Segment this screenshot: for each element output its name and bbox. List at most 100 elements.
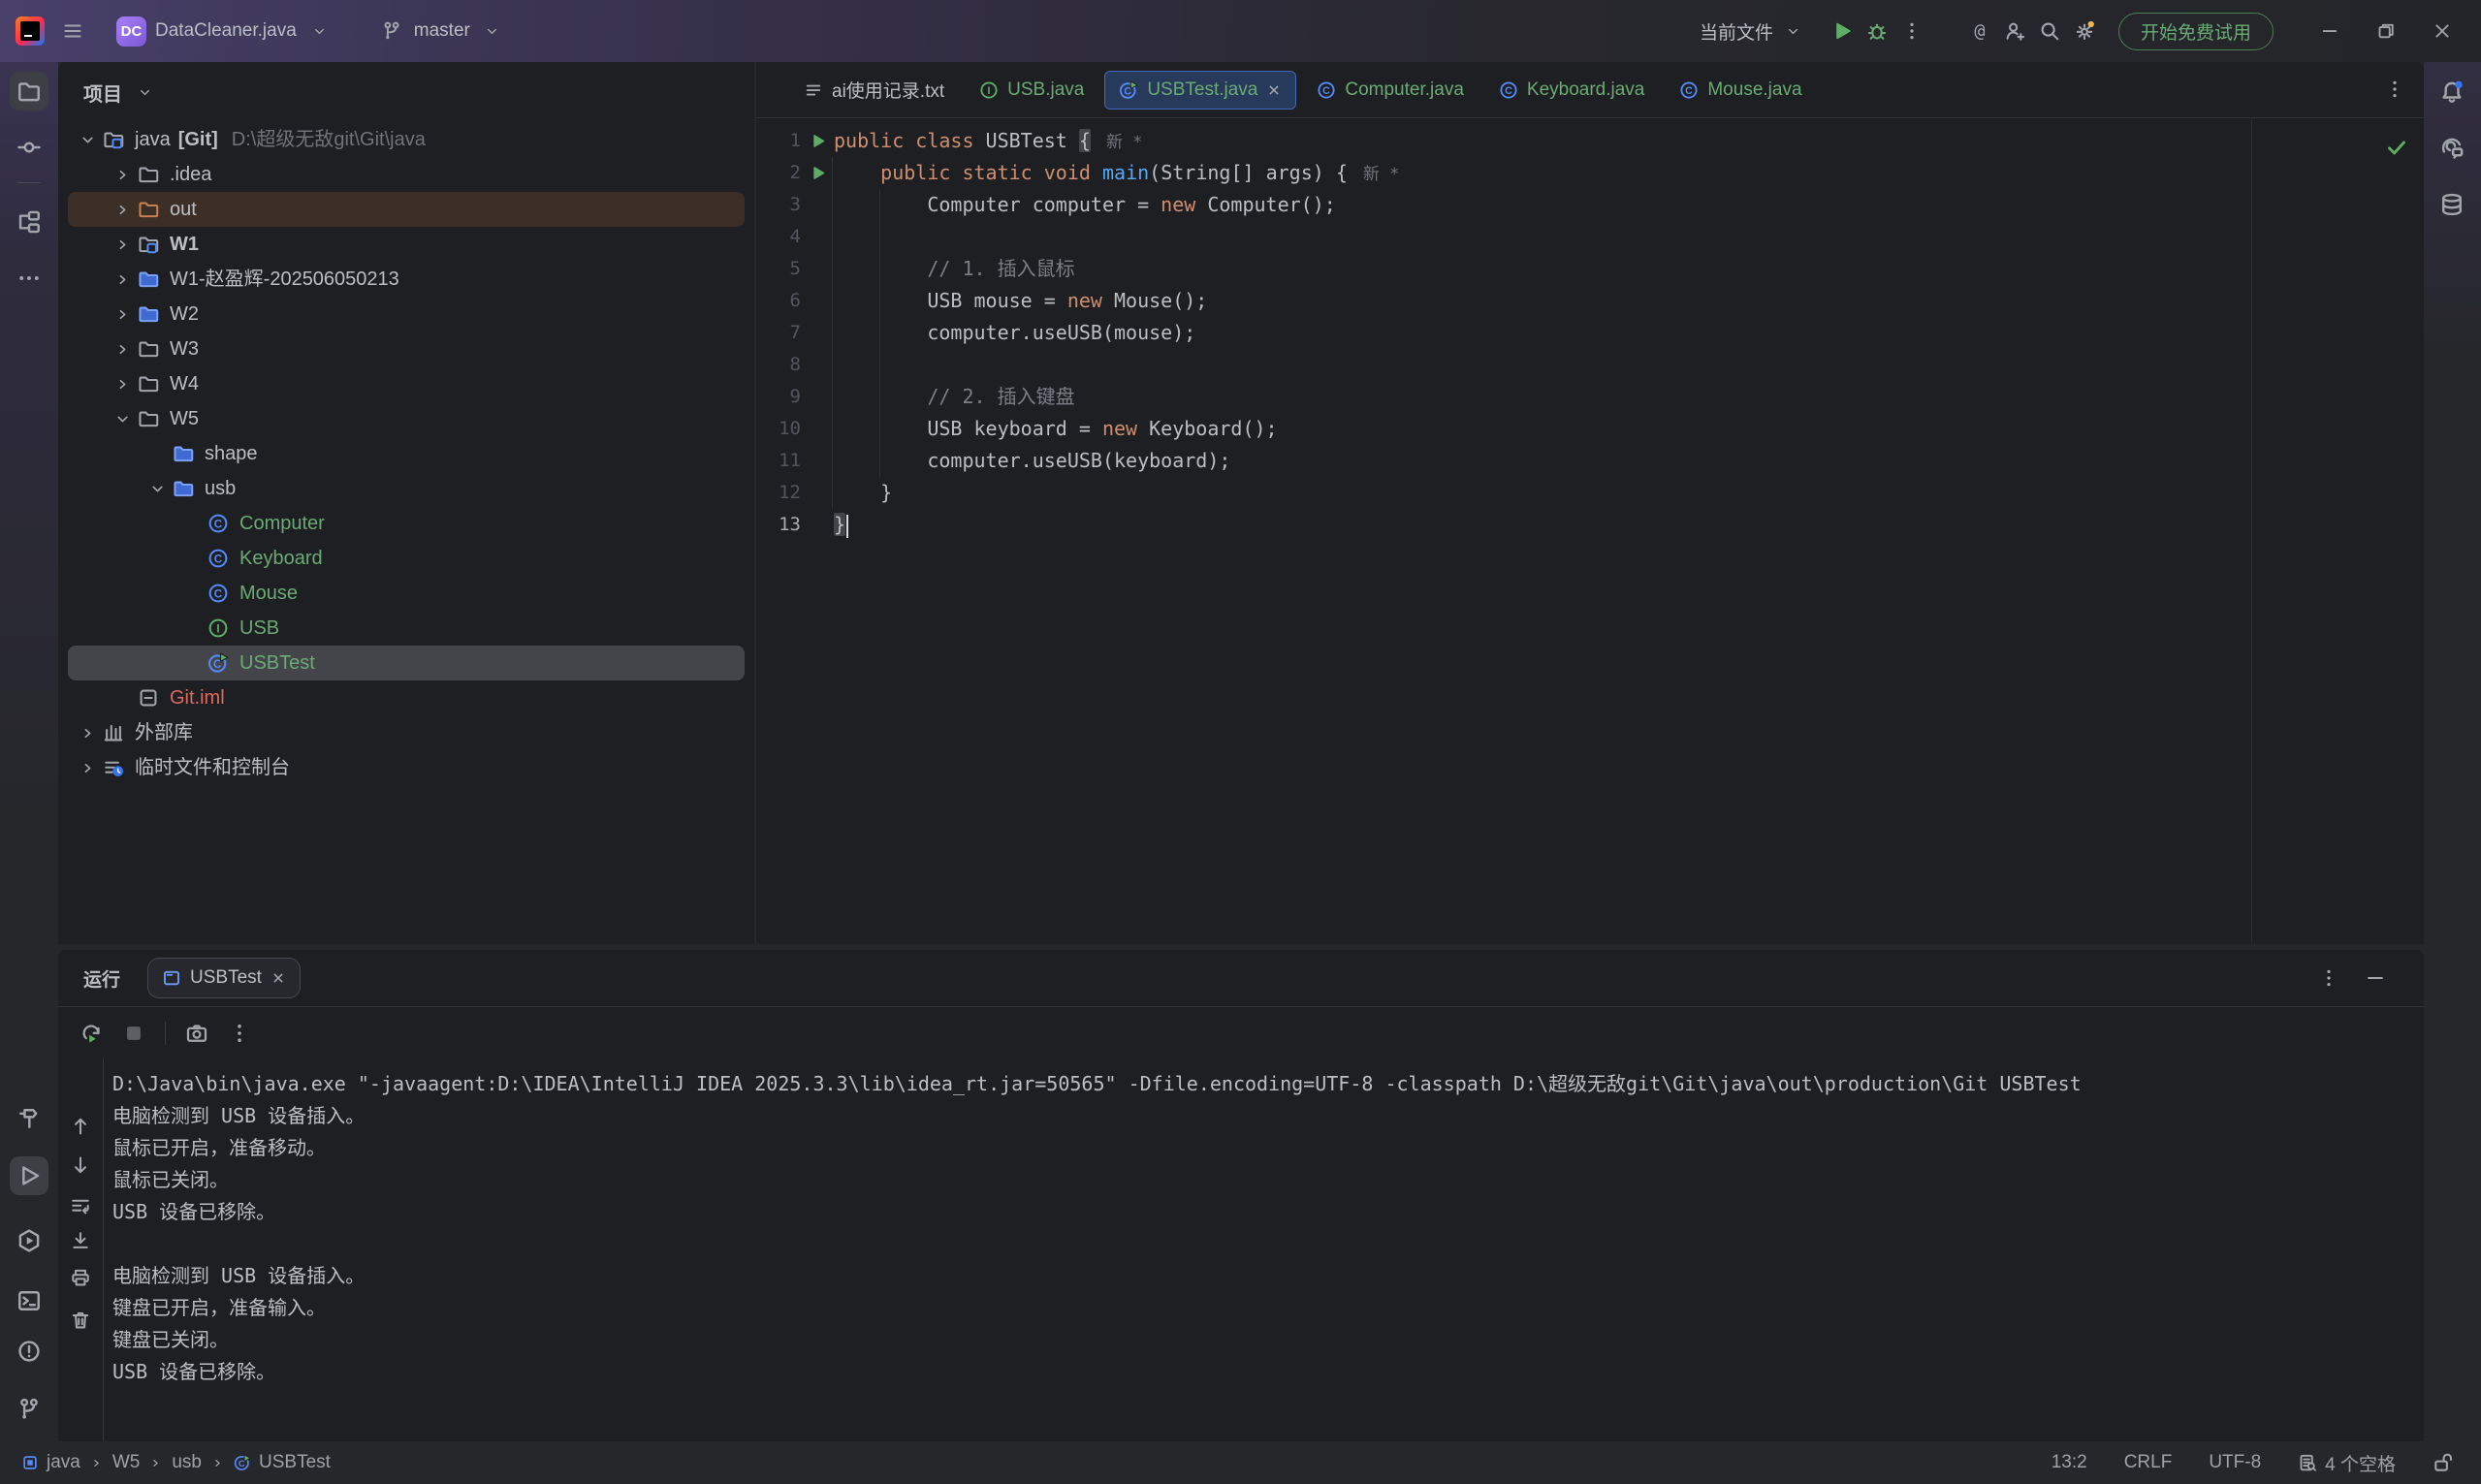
problems-tool-button[interactable] (10, 1332, 48, 1371)
settings-gear-icon[interactable] (2070, 16, 2099, 46)
status-item-4-个空格[interactable]: 4 个空格 (2298, 1450, 2396, 1476)
tree-item-USB[interactable]: IUSB (68, 611, 745, 646)
rerun-button[interactable] (80, 1022, 103, 1045)
run-panel-options-icon[interactable] (2315, 964, 2342, 992)
tree-item-java[interactable]: java[Git]D:\超级无敌git\Git\java (68, 122, 745, 157)
editor-tab-USBTest.java[interactable]: CUSBTest.java (1104, 71, 1296, 110)
stop-button[interactable] (122, 1022, 145, 1045)
close-icon[interactable] (270, 970, 286, 986)
code-line-2[interactable]: 2 public static void main(String[] args)… (756, 157, 2424, 189)
tree-item-外部库[interactable]: 外部库 (68, 715, 745, 750)
tree-item-W1[interactable]: W1 (68, 227, 745, 262)
chevron-right-icon[interactable] (109, 370, 136, 397)
commit-tool-button[interactable] (10, 128, 48, 167)
search-everywhere-icon[interactable] (2035, 16, 2064, 46)
chevron-right-icon[interactable] (109, 161, 136, 188)
run-gutter-icon[interactable] (801, 125, 834, 157)
run-gutter-icon[interactable] (801, 157, 834, 189)
terminal-tool-button[interactable] (10, 1281, 48, 1320)
tree-item-Keyboard[interactable]: CKeyboard (68, 541, 745, 576)
code-line-10[interactable]: 10 USB keyboard = new Keyboard(); (756, 413, 2424, 445)
breadcrumb-USBTest[interactable]: CUSBTest (234, 1452, 331, 1473)
tree-item-out[interactable]: out (68, 192, 745, 227)
code-line-12[interactable]: 12 } (756, 477, 2424, 509)
console-output[interactable]: D:\Java\bin\java.exe "-javaagent:D:\IDEA… (112, 1058, 2424, 1441)
editor-tab-Keyboard.java[interactable]: CKeyboard.java (1484, 71, 1659, 110)
more-actions-icon[interactable] (1897, 16, 1926, 46)
run-config-selector[interactable]: 当前文件 (1700, 16, 1808, 46)
close-icon[interactable] (1266, 82, 1282, 98)
hide-panel-icon[interactable] (2362, 964, 2389, 992)
breadcrumb-W5[interactable]: W5 (112, 1452, 141, 1473)
services-tool-button[interactable] (10, 1221, 48, 1260)
screenshot-button[interactable] (185, 1022, 208, 1045)
code-line-8[interactable]: 8 (756, 349, 2424, 381)
scroll-to-end-icon[interactable] (69, 1229, 92, 1252)
code-with-me-icon[interactable] (2000, 16, 2029, 46)
database-tool-button[interactable] (2433, 185, 2471, 224)
chevron-right-icon[interactable] (109, 335, 136, 363)
start-trial-button[interactable]: 开始免费试用 (2118, 13, 2274, 50)
chevron-right-icon[interactable] (109, 266, 136, 293)
structure-tool-button[interactable] (10, 203, 48, 241)
code-line-11[interactable]: 11 computer.useUSB(keyboard); (756, 445, 2424, 477)
inspections-ok-icon[interactable] (2385, 136, 2408, 159)
console-more-icon[interactable] (228, 1022, 251, 1045)
jump-to-top-icon[interactable] (69, 1115, 92, 1138)
code-line-4[interactable]: 4 (756, 221, 2424, 253)
code-line-5[interactable]: 5 // 1. 插入鼠标 (756, 253, 2424, 285)
tree-item-W5[interactable]: W5 (68, 401, 745, 436)
run-tool-button[interactable] (10, 1156, 48, 1195)
code-line-6[interactable]: 6 USB mouse = new Mouse(); (756, 285, 2424, 317)
tree-item-Git.iml[interactable]: Git.iml (68, 680, 745, 715)
code-line-13[interactable]: 13} (756, 509, 2424, 541)
tree-item-USBTest[interactable]: CUSBTest (68, 646, 745, 680)
print-icon[interactable] (69, 1266, 92, 1289)
editor-tab-USB.java[interactable]: IUSB.java (965, 71, 1098, 110)
chevron-down-icon[interactable] (109, 405, 136, 432)
status-item-UTF-8[interactable]: UTF-8 (2209, 1452, 2261, 1473)
ai-chat-tool-button[interactable] (2433, 128, 2471, 167)
restore-button[interactable] (2361, 12, 2411, 50)
chevron-right-icon[interactable] (74, 719, 101, 746)
tree-item-W4[interactable]: W4 (68, 366, 745, 401)
editor-tab-Mouse.java[interactable]: CMouse.java (1665, 71, 1816, 110)
tab-options-icon[interactable] (2381, 76, 2408, 103)
tree-item-shape[interactable]: shape (68, 436, 745, 471)
build-tool-button[interactable] (10, 1099, 48, 1138)
project-tool-button[interactable] (10, 72, 48, 111)
close-button[interactable] (2417, 12, 2467, 50)
clear-console-icon[interactable] (69, 1309, 92, 1332)
status-item-13-2[interactable]: 13:2 (2052, 1452, 2087, 1473)
code-line-9[interactable]: 9 // 2. 插入键盘 (756, 381, 2424, 413)
code-line-3[interactable]: 3 Computer computer = new Computer(); (756, 189, 2424, 221)
notifications-button[interactable] (2433, 73, 2471, 111)
breadcrumb-usb[interactable]: usb (172, 1452, 202, 1473)
code-line-1[interactable]: 1public class USBTest {新 * (756, 125, 2424, 157)
minimize-button[interactable] (2305, 12, 2355, 50)
chevron-right-icon[interactable] (109, 231, 136, 258)
lock-icon[interactable] (2433, 1452, 2454, 1473)
soft-wrap-icon[interactable] (69, 1194, 92, 1217)
breadcrumb-java[interactable]: java (21, 1452, 80, 1473)
code-line-7[interactable]: 7 computer.useUSB(mouse); (756, 317, 2424, 349)
code-editor[interactable]: 1public class USBTest {新 *2 public stati… (756, 117, 2424, 944)
main-menu-icon[interactable] (58, 16, 87, 46)
editor-tab-Computer.java[interactable]: CComputer.java (1302, 71, 1479, 110)
run-button[interactable] (1828, 16, 1857, 46)
debug-button[interactable] (1862, 16, 1892, 46)
chevron-down-icon[interactable] (74, 126, 101, 153)
project-panel-header[interactable]: 项目 (58, 62, 754, 122)
chevron-right-icon[interactable] (109, 300, 136, 328)
ai-assistant-icon[interactable]: @ (1965, 16, 1994, 46)
tree-item-W2[interactable]: W2 (68, 297, 745, 332)
chevron-right-icon[interactable] (74, 754, 101, 781)
tree-item-Computer[interactable]: CComputer (68, 506, 745, 541)
chevron-right-icon[interactable] (109, 196, 136, 223)
more-tools-button[interactable] (10, 259, 48, 298)
tree-item-W1-赵盈辉-202506050213[interactable]: W1-赵盈辉-202506050213 (68, 262, 745, 297)
branch-widget[interactable]: master (377, 16, 507, 46)
status-item-CRLF[interactable]: CRLF (2124, 1452, 2173, 1473)
jump-to-bottom-icon[interactable] (69, 1153, 92, 1177)
tree-item-.idea[interactable]: .idea (68, 157, 745, 192)
